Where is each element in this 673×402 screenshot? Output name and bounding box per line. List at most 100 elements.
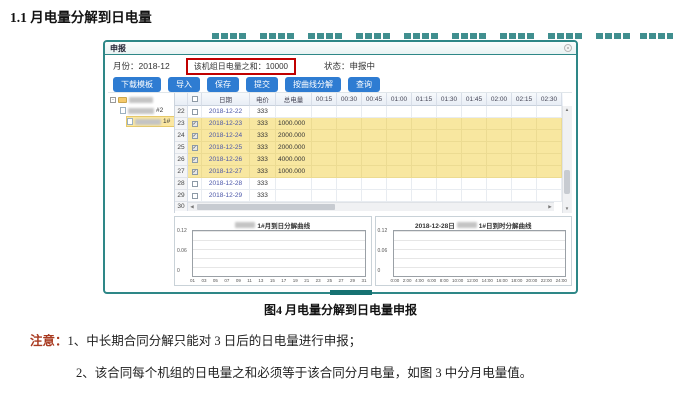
time-cell[interactable] [362,106,387,118]
checkbox-unchecked-icon[interactable] [192,181,198,187]
time-cell[interactable] [537,166,562,178]
time-cell[interactable] [337,166,362,178]
time-cell[interactable] [437,178,462,190]
time-cell[interactable] [462,106,487,118]
time-cell[interactable] [387,118,412,130]
time-cell[interactable] [437,154,462,166]
time-cell[interactable] [312,166,337,178]
time-cell[interactable] [437,118,462,130]
time-cell[interactable] [537,190,562,202]
vertical-scroll-thumb[interactable] [564,170,570,194]
time-cell[interactable] [512,166,537,178]
checkbox-checked-icon[interactable]: ✓ [192,169,198,175]
time-cell[interactable] [387,190,412,202]
checkbox-unchecked-icon[interactable] [192,193,198,199]
time-cell[interactable] [462,142,487,154]
horizontal-scroll-thumb[interactable] [197,204,335,210]
month-field[interactable]: 月份：2018-12 [113,60,170,72]
time-cell[interactable] [437,166,462,178]
time-cell[interactable] [537,142,562,154]
checkbox-checked-icon[interactable]: ✓ [192,133,198,139]
time-cell[interactable] [337,190,362,202]
time-cell[interactable] [412,118,437,130]
import-button[interactable]: 导入 [168,77,200,92]
scroll-up-icon[interactable]: ▲ [563,106,571,114]
time-cell[interactable] [412,130,437,142]
time-cell[interactable] [362,118,387,130]
time-cell[interactable] [462,118,487,130]
time-cell[interactable] [512,142,537,154]
scroll-right-icon[interactable]: ▶ [546,203,554,211]
time-cell[interactable] [312,106,337,118]
time-cell[interactable] [387,106,412,118]
time-cell[interactable] [412,178,437,190]
time-cell[interactable] [387,154,412,166]
time-cell[interactable] [437,142,462,154]
checkbox-checked-icon[interactable]: ✓ [192,145,198,151]
time-cell[interactable] [487,106,512,118]
time-cell[interactable] [512,178,537,190]
checkbox-unchecked-icon[interactable] [192,96,198,102]
time-cell[interactable] [362,166,387,178]
time-cell[interactable] [537,154,562,166]
time-cell[interactable] [312,118,337,130]
time-cell[interactable] [537,178,562,190]
time-cell[interactable] [462,178,487,190]
checkbox-unchecked-icon[interactable] [192,109,198,115]
time-cell[interactable] [487,166,512,178]
time-cell[interactable] [387,166,412,178]
time-cell[interactable] [487,142,512,154]
time-cell[interactable] [337,142,362,154]
time-cell[interactable] [462,130,487,142]
time-cell[interactable] [512,190,537,202]
time-cell[interactable] [437,106,462,118]
time-cell[interactable] [487,118,512,130]
tree-item-unit-1[interactable]: #2 [120,106,174,115]
time-cell[interactable] [362,178,387,190]
time-cell[interactable] [462,190,487,202]
time-cell[interactable] [487,178,512,190]
save-button[interactable]: 保存 [207,77,239,92]
time-cell[interactable] [462,154,487,166]
time-cell[interactable] [387,130,412,142]
time-cell[interactable] [362,130,387,142]
checkbox-checked-icon[interactable]: ✓ [192,121,198,127]
time-cell[interactable] [387,142,412,154]
time-cell[interactable] [312,190,337,202]
time-cell[interactable] [512,106,537,118]
tree-collapse-icon[interactable]: - [110,97,116,103]
decompose-by-curve-button[interactable]: 按曲线分解 [285,77,341,92]
download-template-button[interactable]: 下载模板 [113,77,161,92]
checkbox-checked-icon[interactable]: ✓ [192,157,198,163]
time-cell[interactable] [437,130,462,142]
time-cell[interactable] [362,154,387,166]
time-cell[interactable] [362,142,387,154]
vertical-scrollbar[interactable]: ▲ ▼ [562,106,572,213]
time-cell[interactable] [337,178,362,190]
time-cell[interactable] [487,190,512,202]
query-button[interactable]: 查询 [348,77,380,92]
time-cell[interactable] [312,142,337,154]
time-cell[interactable] [337,154,362,166]
time-cell[interactable] [462,166,487,178]
time-cell[interactable] [537,130,562,142]
scroll-left-icon[interactable]: ◀ [188,203,196,211]
time-cell[interactable] [362,190,387,202]
close-icon[interactable] [564,44,572,52]
time-cell[interactable] [437,190,462,202]
time-cell[interactable] [512,130,537,142]
tree-item-unit-2[interactable]: 1# [127,117,179,126]
time-cell[interactable] [337,106,362,118]
time-cell[interactable] [537,118,562,130]
time-cell[interactable] [412,154,437,166]
time-cell[interactable] [337,130,362,142]
tree-root-node[interactable]: - [108,95,174,104]
scroll-down-icon[interactable]: ▼ [563,205,571,213]
time-cell[interactable] [312,130,337,142]
time-cell[interactable] [487,130,512,142]
time-cell[interactable] [412,166,437,178]
horizontal-scrollbar[interactable]: ◀ ▶ [188,202,554,211]
time-cell[interactable] [312,178,337,190]
time-cell[interactable] [412,142,437,154]
time-cell[interactable] [312,154,337,166]
